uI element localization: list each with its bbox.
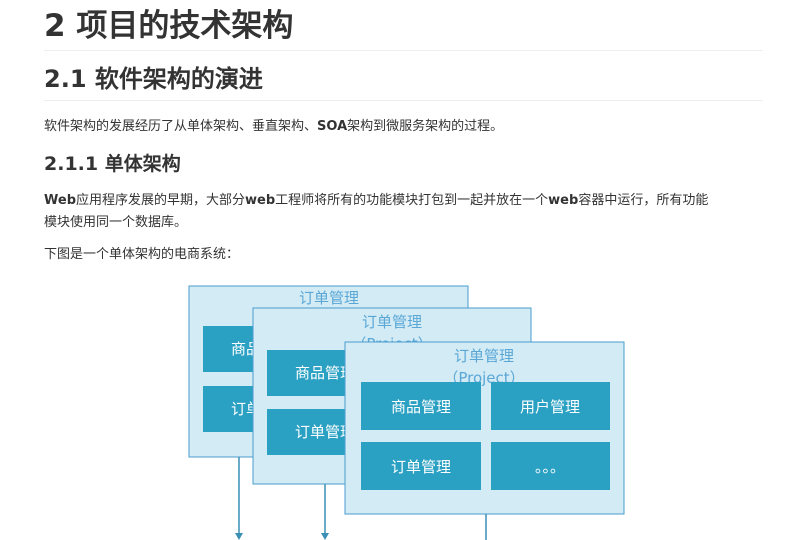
project-panel-front: 订单管理 （Project） 商品管理 用户管理 订单管理 。。。 xyxy=(344,341,625,540)
panel-title: 订单管理 xyxy=(299,289,359,307)
module-label: 商品管理 xyxy=(391,398,451,416)
monolith-architecture-diagram: 订单管理 商品管理 订单管理 订单管理 （Project） 商品管理 订单管理 … xyxy=(188,285,625,540)
panel-title: 订单管理 xyxy=(362,313,422,331)
panel-title: 订单管理 xyxy=(454,347,514,365)
arrow-head xyxy=(235,533,243,540)
module-label: 。。。 xyxy=(535,458,565,476)
arrow-head xyxy=(321,533,329,540)
module-label: 订单管理 xyxy=(391,458,451,476)
module-label: 用户管理 xyxy=(520,398,580,416)
